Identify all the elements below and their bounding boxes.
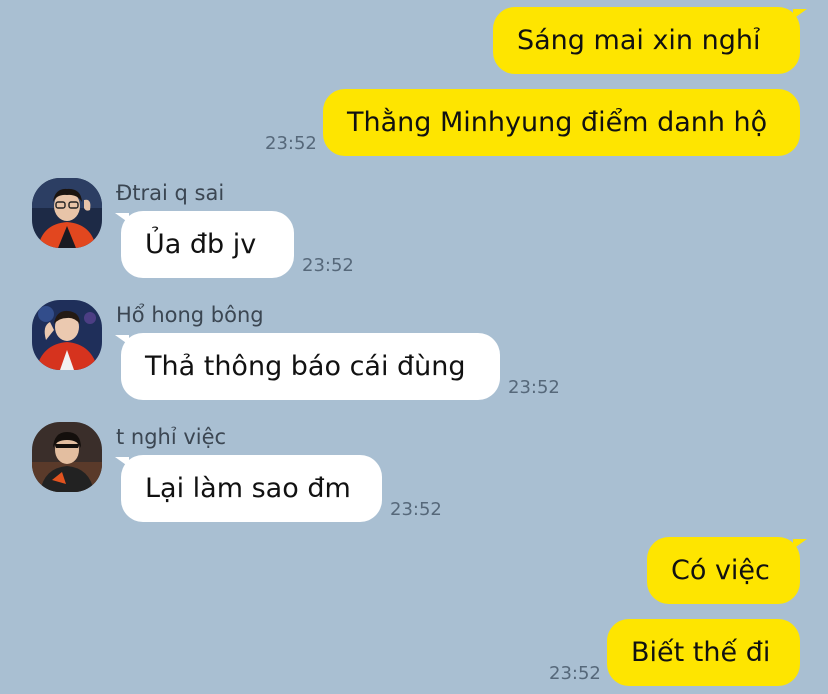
- avatar[interactable]: [32, 300, 102, 370]
- message-text: Biết thế đi: [631, 637, 771, 668]
- message-timestamp: 23:52: [265, 133, 317, 154]
- message-text: Lại làm sao đm: [145, 473, 351, 504]
- outgoing-bubble[interactable]: Thằng Minhyung điểm danh hộ: [323, 89, 800, 156]
- sender-name: t nghỉ việc: [116, 425, 227, 449]
- outgoing-bubble[interactable]: Biết thế đi: [607, 619, 800, 686]
- message-timestamp: 23:52: [302, 255, 354, 276]
- bubble-tail: [793, 9, 807, 19]
- bubble-tail: [115, 213, 129, 223]
- sender-name: Hổ hong bông: [116, 303, 264, 327]
- avatar-photo-icon: [32, 422, 102, 492]
- incoming-bubble[interactable]: Ủa đb jv: [121, 211, 294, 278]
- bubble-tail: [793, 539, 807, 549]
- avatar[interactable]: [32, 178, 102, 248]
- outgoing-bubble[interactable]: Có việc: [647, 537, 800, 604]
- message-timestamp: 23:52: [549, 663, 601, 684]
- message-text: Ủa đb jv: [145, 229, 257, 260]
- message-text: Thả thông báo cái đùng: [145, 351, 466, 382]
- outgoing-bubble[interactable]: Sáng mai xin nghỉ: [493, 7, 800, 74]
- message-text: Có việc: [671, 555, 770, 586]
- avatar-photo-icon: [32, 300, 102, 370]
- sender-name: Đtrai q sai: [116, 181, 225, 205]
- incoming-bubble[interactable]: Thả thông báo cái đùng: [121, 333, 500, 400]
- message-text: Sáng mai xin nghỉ: [517, 25, 761, 56]
- avatar[interactable]: [32, 422, 102, 492]
- message-timestamp: 23:52: [508, 377, 560, 398]
- bubble-tail: [115, 457, 129, 467]
- avatar-photo-icon: [32, 178, 102, 248]
- bubble-tail: [115, 335, 129, 345]
- incoming-bubble[interactable]: Lại làm sao đm: [121, 455, 382, 522]
- message-text: Thằng Minhyung điểm danh hộ: [347, 107, 768, 138]
- chat-view[interactable]: Sáng mai xin nghỉ Thằng Minhyung điểm da…: [0, 0, 828, 694]
- message-timestamp: 23:52: [390, 499, 442, 520]
